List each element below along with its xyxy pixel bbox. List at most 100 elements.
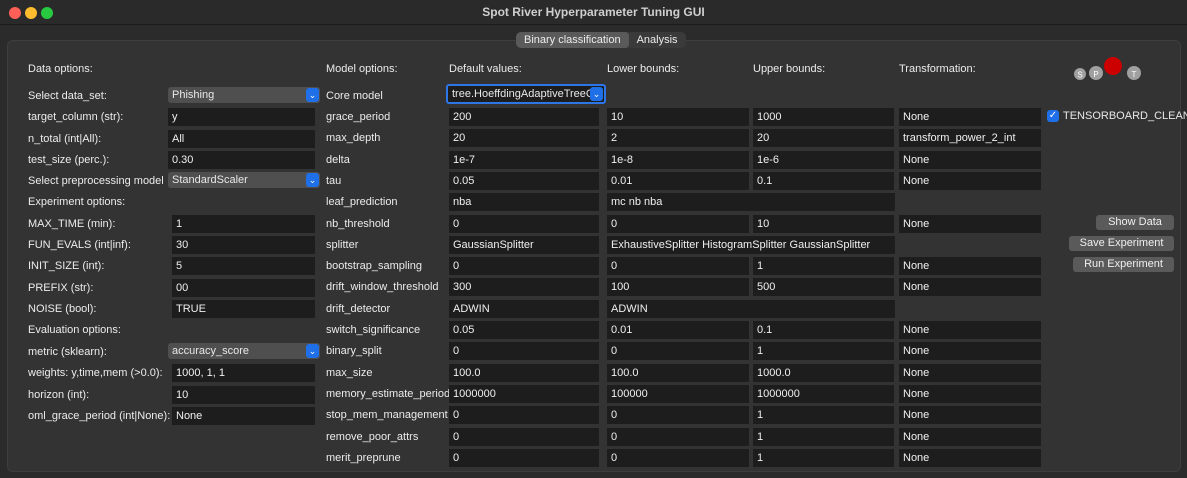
param-default-switch-significance[interactable]: 0.05 xyxy=(449,321,599,339)
param-default-leaf-prediction[interactable]: nba xyxy=(449,193,599,211)
param-lower-splitter[interactable]: ExhaustiveSplitter HistogramSplitter Gau… xyxy=(607,236,895,254)
save-experiment-button[interactable]: Save Experiment xyxy=(1069,236,1174,251)
tab-analysis[interactable]: Analysis xyxy=(629,32,686,48)
oml-grace-period-input[interactable]: None xyxy=(172,407,315,425)
preprocessing-select[interactable]: StandardScaler ⌄ xyxy=(168,172,320,188)
param-upper-merit-preprune[interactable]: 1 xyxy=(753,449,894,467)
param-transform-max-size[interactable]: None xyxy=(899,364,1041,382)
core-model-select[interactable]: tree.HoeffdingAdaptiveTreeC ⌄ xyxy=(446,84,606,104)
horizon-input[interactable]: 10 xyxy=(172,386,315,404)
param-default-stop-mem-management[interactable]: 0 xyxy=(449,406,599,424)
param-upper-drift-window-threshold[interactable]: 500 xyxy=(753,278,894,296)
run-experiment-button[interactable]: Run Experiment xyxy=(1073,257,1174,272)
param-transform-delta[interactable]: None xyxy=(899,151,1041,169)
param-transform-merit-preprune[interactable]: None xyxy=(899,449,1041,467)
param-label-drift-window-threshold: drift_window_threshold xyxy=(326,281,439,293)
param-upper-switch-significance[interactable]: 0.1 xyxy=(753,321,894,339)
param-lower-leaf-prediction[interactable]: mc nb nba xyxy=(607,193,895,211)
param-lower-drift-detector[interactable]: ADWIN xyxy=(607,300,895,318)
param-transform-memory-estimate-period[interactable]: None xyxy=(899,385,1041,403)
param-default-tau[interactable]: 0.05 xyxy=(449,172,599,190)
param-default-nb-threshold[interactable]: 0 xyxy=(449,215,599,233)
param-default-drift-detector[interactable]: ADWIN xyxy=(449,300,599,318)
fun-evals-label: FUN_EVALS (int|inf): xyxy=(28,239,131,251)
param-upper-stop-mem-management[interactable]: 1 xyxy=(753,406,894,424)
param-default-grace-period[interactable]: 200 xyxy=(449,108,599,126)
evaluation-options-heading: Evaluation options: xyxy=(28,324,121,336)
param-upper-max-depth[interactable]: 20 xyxy=(753,129,894,147)
param-upper-nb-threshold[interactable]: 10 xyxy=(753,215,894,233)
param-upper-delta[interactable]: 1e-6 xyxy=(753,151,894,169)
param-transform-grace-period[interactable]: None xyxy=(899,108,1041,126)
param-label-drift-detector: drift_detector xyxy=(326,303,391,315)
param-upper-max-size[interactable]: 1000.0 xyxy=(753,364,894,382)
param-transform-tau[interactable]: None xyxy=(899,172,1041,190)
param-default-remove-poor-attrs[interactable]: 0 xyxy=(449,428,599,446)
prefix-input[interactable]: 00 xyxy=(172,279,315,297)
target-column-input[interactable]: y xyxy=(168,108,315,126)
param-lower-max-size[interactable]: 100.0 xyxy=(607,364,749,382)
data-options-heading: Data options: xyxy=(28,63,93,75)
target-column-label: target_column (str): xyxy=(28,111,124,123)
fun-evals-input[interactable]: 30 xyxy=(172,236,315,254)
param-lower-switch-significance[interactable]: 0.01 xyxy=(607,321,749,339)
tensorboard-clean-checkbox[interactable]: ✓ TENSORBOARD_CLEAN xyxy=(1047,110,1187,122)
param-lower-delta[interactable]: 1e-8 xyxy=(607,151,749,169)
weights-label: weights: y,time,mem (>0.0): xyxy=(28,367,163,379)
param-default-delta[interactable]: 1e-7 xyxy=(449,151,599,169)
param-lower-drift-window-threshold[interactable]: 100 xyxy=(607,278,749,296)
test-size-input[interactable]: 0.30 xyxy=(168,151,315,169)
param-lower-memory-estimate-period[interactable]: 100000 xyxy=(607,385,749,403)
param-transform-switch-significance[interactable]: None xyxy=(899,321,1041,339)
param-label-splitter: splitter xyxy=(326,239,359,251)
param-lower-nb-threshold[interactable]: 0 xyxy=(607,215,749,233)
param-transform-remove-poor-attrs[interactable]: None xyxy=(899,428,1041,446)
param-upper-memory-estimate-period[interactable]: 1000000 xyxy=(753,385,894,403)
param-lower-binary-split[interactable]: 0 xyxy=(607,342,749,360)
param-default-max-depth[interactable]: 20 xyxy=(449,129,599,147)
weights-input[interactable]: 1000, 1, 1 xyxy=(172,364,315,382)
param-default-bootstrap-sampling[interactable]: 0 xyxy=(449,257,599,275)
param-transform-bootstrap-sampling[interactable]: None xyxy=(899,257,1041,275)
param-default-binary-split[interactable]: 0 xyxy=(449,342,599,360)
param-transform-max-depth[interactable]: transform_power_2_int xyxy=(899,129,1041,147)
chevron-down-icon: ⌄ xyxy=(306,173,319,187)
param-default-max-size[interactable]: 100.0 xyxy=(449,364,599,382)
param-lower-remove-poor-attrs[interactable]: 0 xyxy=(607,428,749,446)
param-upper-tau[interactable]: 0.1 xyxy=(753,172,894,190)
param-transform-stop-mem-management[interactable]: None xyxy=(899,406,1041,424)
param-upper-grace-period[interactable]: 1000 xyxy=(753,108,894,126)
noise-input[interactable]: TRUE xyxy=(172,300,315,318)
param-lower-grace-period[interactable]: 10 xyxy=(607,108,749,126)
param-default-merit-preprune[interactable]: 0 xyxy=(449,449,599,467)
param-transform-nb-threshold[interactable]: None xyxy=(899,215,1041,233)
preprocessing-value: StandardScaler xyxy=(172,174,248,186)
show-data-button[interactable]: Show Data xyxy=(1096,215,1174,230)
param-lower-stop-mem-management[interactable]: 0 xyxy=(607,406,749,424)
param-transform-drift-window-threshold[interactable]: None xyxy=(899,278,1041,296)
upper-bounds-heading: Upper bounds: xyxy=(753,63,826,75)
param-lower-merit-preprune[interactable]: 0 xyxy=(607,449,749,467)
tensorboard-clean-label: TENSORBOARD_CLEAN xyxy=(1063,110,1187,122)
param-upper-remove-poor-attrs[interactable]: 1 xyxy=(753,428,894,446)
param-label-binary-split: binary_split xyxy=(326,345,382,357)
param-label-bootstrap-sampling: bootstrap_sampling xyxy=(326,260,423,272)
init-size-input[interactable]: 5 xyxy=(172,257,315,275)
tab-binary-classification[interactable]: Binary classification xyxy=(516,32,629,48)
param-upper-bootstrap-sampling[interactable]: 1 xyxy=(753,257,894,275)
param-lower-max-depth[interactable]: 2 xyxy=(607,129,749,147)
param-default-memory-estimate-period[interactable]: 1000000 xyxy=(449,385,599,403)
param-upper-binary-split[interactable]: 1 xyxy=(753,342,894,360)
param-lower-tau[interactable]: 0.01 xyxy=(607,172,749,190)
param-default-drift-window-threshold[interactable]: 300 xyxy=(449,278,599,296)
data-set-select[interactable]: Phishing ⌄ xyxy=(168,87,320,103)
checkmark-icon: ✓ xyxy=(1047,110,1059,122)
param-lower-bootstrap-sampling[interactable]: 0 xyxy=(607,257,749,275)
n-total-input[interactable]: All xyxy=(168,130,315,148)
max-time-input[interactable]: 1 xyxy=(172,215,315,233)
tab-bar: Binary classification Analysis xyxy=(516,32,686,48)
param-transform-binary-split[interactable]: None xyxy=(899,342,1041,360)
param-default-splitter[interactable]: GaussianSplitter xyxy=(449,236,599,254)
metric-select[interactable]: accuracy_score ⌄ xyxy=(168,343,320,359)
preprocessing-label: Select preprocessing model xyxy=(28,175,164,187)
